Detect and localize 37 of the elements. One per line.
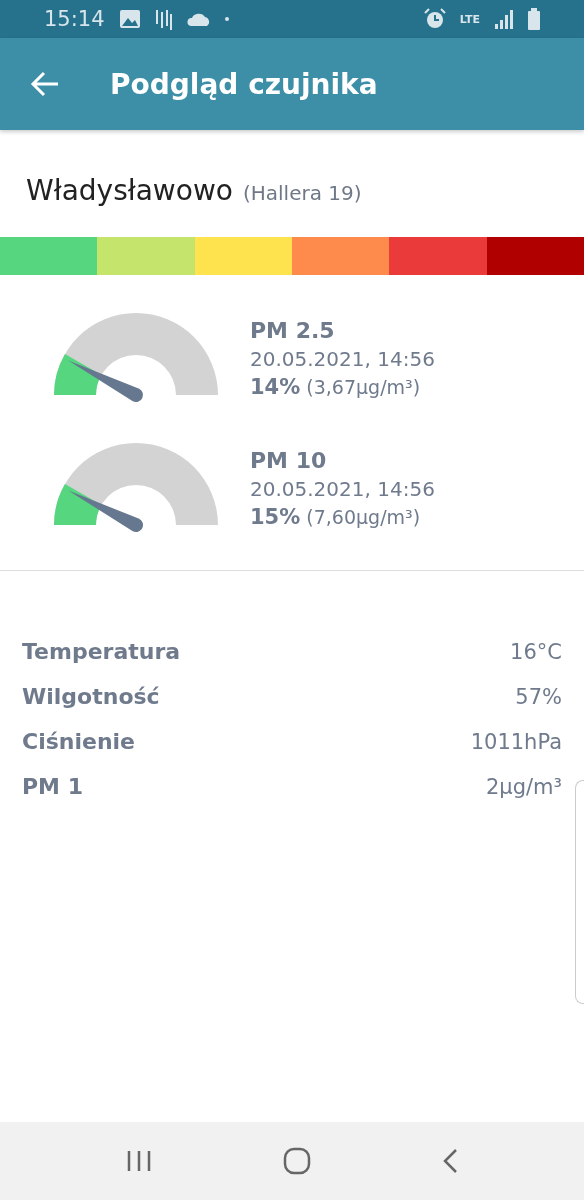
status-time: 15:14	[44, 7, 105, 31]
reading-value: 2µg/m³	[486, 774, 562, 799]
concentration-value: (3,67µg/m³)	[306, 375, 421, 398]
alarm-icon	[423, 8, 446, 30]
dot-icon	[224, 17, 229, 21]
screen-title: Podgląd czujnika	[110, 67, 378, 101]
reading-label: Ciśnienie	[22, 729, 136, 754]
reading-value: 57%	[515, 684, 562, 709]
concentration-value: (7,60µg/m³)	[306, 505, 421, 528]
back-chevron-icon	[442, 1148, 459, 1174]
cloud-icon	[186, 12, 211, 26]
station-address: (Hallera 19)	[242, 181, 362, 205]
station-name: Władysławowo	[26, 174, 233, 207]
back-arrow-icon	[30, 71, 60, 97]
back-button[interactable]	[30, 71, 60, 97]
norm-percent: 14%	[250, 374, 301, 399]
home-button[interactable]	[283, 1147, 311, 1175]
waveform-icon	[154, 8, 173, 30]
home-icon	[283, 1147, 311, 1175]
reading-label: Wilgotność	[22, 684, 160, 709]
recent-apps-button[interactable]	[125, 1150, 152, 1172]
reading-value: 16°C	[510, 639, 562, 664]
image-icon	[118, 9, 141, 29]
norm-percent: 15%	[250, 504, 301, 529]
measurement-date: 20.05.2021, 14:56	[250, 346, 435, 371]
edge-panel-handle[interactable]	[575, 780, 584, 1004]
reading-value: 1011hPa	[470, 729, 562, 754]
reading-label: PM 1	[22, 774, 83, 799]
back-nav-button[interactable]	[442, 1148, 459, 1174]
measurement-date: 20.05.2021, 14:56	[250, 476, 435, 501]
recent-apps-icon	[125, 1150, 152, 1172]
pollutant-name: PM 2.5	[250, 317, 336, 343]
signal-icon	[494, 9, 514, 29]
reading-label: Temperatura	[22, 639, 181, 664]
battery-icon	[528, 8, 540, 30]
network-label: LTE	[459, 12, 480, 26]
pollutant-name: PM 10	[250, 447, 328, 473]
